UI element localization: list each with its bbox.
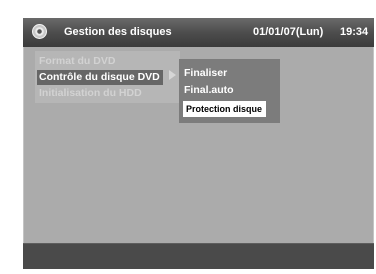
page-title: Gestion des disques [64,26,172,38]
date-display: 01/01/07(Lun) [253,26,324,38]
menu-item-disc-control-dvd[interactable]: Contrôle du disque DVD [37,70,163,85]
footer-bar [23,243,374,269]
main-menu: Format du DVD Contrôle du disque DVD Ini… [35,51,180,103]
submenu-arrow-icon [169,70,176,80]
disc-icon [32,24,47,39]
menu-item-format-dvd[interactable]: Format du DVD [39,54,115,69]
disc-management-screen: Gestion des disques 01/01/07(Lun) 19:34 … [23,18,374,269]
submenu-item-auto-finalize[interactable]: Final.auto [184,83,234,98]
time-display: 19:34 [340,26,369,38]
submenu-item-disc-protection[interactable]: Protection disque [183,101,267,117]
submenu: Finaliser Final.auto Protection disque [179,59,280,123]
submenu-item-finalize[interactable]: Finaliser [184,66,227,81]
menu-item-hdd-initialization[interactable]: Initialisation du HDD [39,86,142,101]
header-bar: Gestion des disques 01/01/07(Lun) 19:34 [23,18,374,47]
